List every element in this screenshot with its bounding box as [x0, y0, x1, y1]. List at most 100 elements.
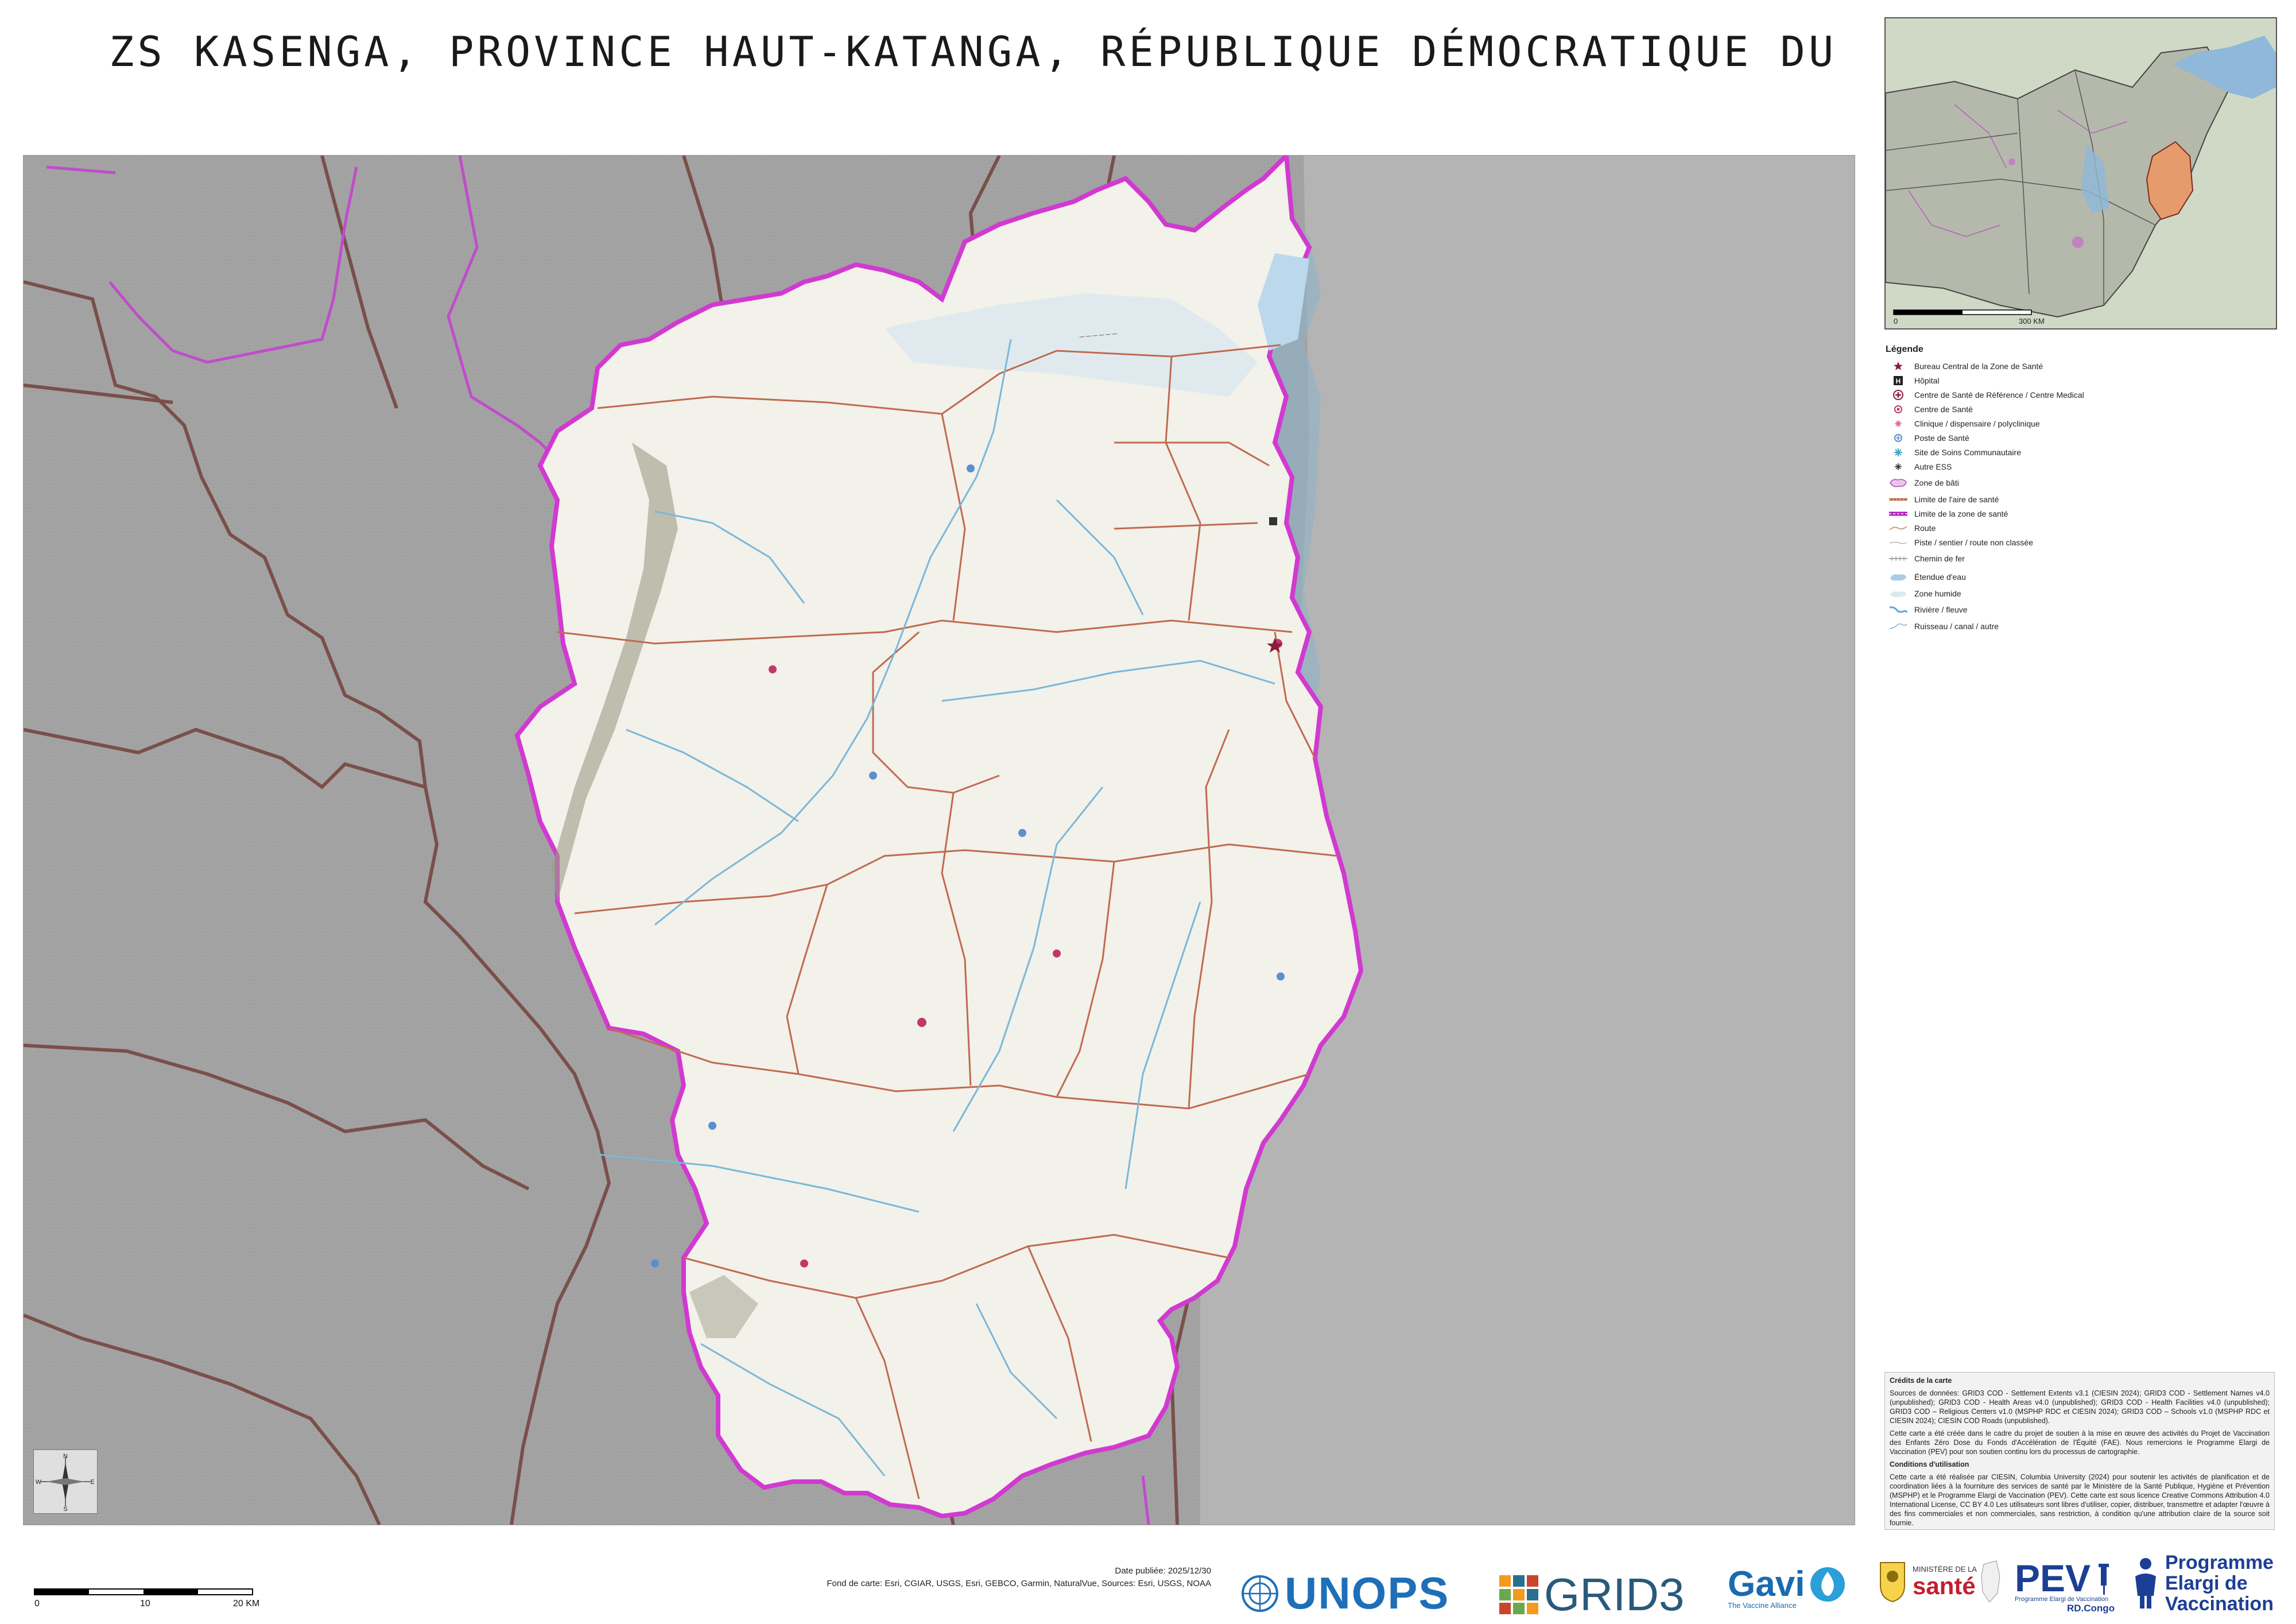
- health-post-marker[interactable]: [967, 464, 975, 472]
- conditions-heading: Conditions d'utilisation: [1890, 1460, 1969, 1468]
- gavi-logo: Gavi The Vaccine Alliance: [1728, 1564, 1847, 1610]
- legend-item: Clinique / dispensaire / polyclinique: [1886, 417, 2276, 430]
- conditions-text: Cette carte a été réalisée par CIESIN, C…: [1890, 1473, 2270, 1527]
- hospital-icon: H: [1886, 374, 1911, 387]
- star-icon: [1886, 360, 1911, 373]
- scale-label-20: 20 KM: [233, 1599, 259, 1609]
- syringe-icon: [2099, 1564, 2109, 1595]
- credits-sources: Sources de données: GRID3 COD - Settleme…: [1890, 1389, 2270, 1425]
- clinic-icon: [1886, 417, 1911, 430]
- gavi-subtitle: The Vaccine Alliance: [1728, 1601, 1797, 1610]
- legend-item: Limite de la zone de santé: [1886, 507, 2276, 520]
- health-center-marker[interactable]: [1053, 949, 1061, 958]
- main-map[interactable]: —————— ·: [23, 155, 1855, 1525]
- map-title: ZS KASENGA, PROVINCE HAUT-KATANGA, RÉPUB…: [109, 28, 1837, 76]
- programme-logo: Programme Elargi de Vaccination: [2130, 1552, 2274, 1614]
- inset-scale-end: 300 KM: [2019, 317, 2045, 325]
- health-center-marker[interactable]: [769, 665, 777, 673]
- other-facility-icon: [1886, 460, 1911, 473]
- graticule-tick: ·: [58, 1516, 60, 1522]
- river-icon: [1886, 603, 1911, 616]
- legend-item: Autre ESS: [1886, 460, 2276, 473]
- legend-item: Poste de Santé: [1886, 431, 2276, 444]
- legend-item: Piste / sentier / route non classée: [1886, 536, 2276, 549]
- health-area-border-icon: [1886, 493, 1911, 506]
- road-icon: [1886, 522, 1911, 534]
- unops-logo: UNOPS: [1240, 1567, 1449, 1619]
- inset-canvas: 0 300 KM: [1886, 18, 2276, 328]
- inset-map[interactable]: 0 300 KM: [1884, 17, 2277, 330]
- track-icon: [1886, 536, 1911, 549]
- credits-project: Cette carte a été créée dans le cadre du…: [1890, 1429, 2270, 1456]
- publication-info: Date publiée: 2025/12/30 Fond de carte: …: [683, 1565, 1211, 1590]
- scale-label-0: 0: [34, 1599, 40, 1609]
- compass-n: N: [63, 1453, 68, 1460]
- legend-item: Bureau Central de la Zone de Santé: [1886, 359, 2276, 373]
- scale-bar: 0 10 20 KM: [33, 1586, 263, 1614]
- ministry-main-text: santé: [1913, 1572, 1976, 1599]
- water-body-icon: [1886, 571, 1911, 583]
- health-post-marker[interactable]: [708, 1122, 716, 1130]
- programme-line2: Elargi de: [2165, 1572, 2248, 1594]
- legend-item: Rivière / fleuve: [1886, 601, 2276, 618]
- grid3-text: GRID3: [1544, 1569, 1685, 1620]
- basemap-credit: Fond de carte: Esri, CGIAR, USGS, Esri, …: [827, 1579, 1211, 1588]
- credits-heading: Crédits de la carte: [1890, 1377, 1952, 1385]
- publication-date: Date publiée: 2025/12/30: [1115, 1566, 1211, 1576]
- legend-item: Centre de Santé de Référence / Centre Me…: [1886, 388, 2276, 401]
- scale-bar-graphic: 0 10 20 KM: [34, 1588, 259, 1609]
- un-emblem-icon: [1242, 1575, 1278, 1612]
- legend-item: Zone de bâti: [1886, 474, 2276, 491]
- inset-scale-start: 0: [1894, 317, 1898, 325]
- map-canvas: ——————: [24, 156, 1855, 1525]
- legend-item: Étendue d'eau: [1886, 568, 2276, 586]
- legend-item: Centre de Santé: [1886, 402, 2276, 416]
- stream-icon: [1886, 620, 1911, 633]
- pev-logo: PEV Programme Elargi de Vaccination RD.C…: [2015, 1557, 2115, 1614]
- health-post-marker[interactable]: [1277, 972, 1285, 980]
- svg-text:H: H: [1896, 377, 1901, 385]
- pev-text: PEV: [2015, 1557, 2091, 1599]
- gavi-text: Gavi: [1728, 1564, 1805, 1604]
- programme-line1: Programme: [2165, 1552, 2274, 1573]
- grid-mosaic-icon: [1499, 1575, 1538, 1614]
- pev-subtitle: Programme Elargi de Vaccination: [2015, 1596, 2109, 1603]
- compass-rose-icon: N S E W: [36, 1453, 95, 1513]
- built-area-icon: [1886, 476, 1911, 489]
- legend-item: Chemin de fer: [1886, 550, 2276, 567]
- gavi-drop-icon: [1810, 1567, 1845, 1602]
- drc-coat-of-arms-icon: [1880, 1562, 1905, 1603]
- partner-logos: UNOPS GRID3 Gavi The Vaccine Alliance MI…: [1234, 1544, 2285, 1621]
- health-post-marker[interactable]: [651, 1259, 659, 1268]
- unops-text: UNOPS: [1285, 1568, 1450, 1618]
- health-post-marker[interactable]: [869, 772, 877, 780]
- ministry-logo: MINISTÈRE DE LA santé: [1877, 1559, 2002, 1604]
- legend-item: Limite de l'aire de santé: [1886, 493, 2276, 506]
- north-arrow: N S E W: [33, 1449, 98, 1514]
- health-zone-border-icon: [1886, 507, 1911, 520]
- drc-map-icon: [1981, 1560, 2000, 1603]
- grid3-logo: GRID3: [1498, 1568, 1685, 1621]
- scale-label-10: 10: [140, 1599, 150, 1609]
- legend: Légende Bureau Central de la Zone de San…: [1886, 344, 2276, 643]
- health-center-marker[interactable]: [800, 1259, 808, 1268]
- vaccination-person-icon: [2135, 1558, 2156, 1609]
- community-site-icon: [1886, 446, 1911, 459]
- hospital-marker[interactable]: [1269, 517, 1277, 525]
- legend-item: Ruisseau / canal / autre: [1886, 619, 2276, 633]
- health-center-marker[interactable]: [917, 1018, 926, 1027]
- compass-s: S: [63, 1506, 67, 1513]
- health-post-marker[interactable]: [1018, 829, 1026, 837]
- wetland-icon: [1886, 587, 1911, 600]
- legend-item: Zone humide: [1886, 587, 2276, 600]
- map-credits: Crédits de la carte Sources de données: …: [1884, 1372, 2275, 1530]
- legend-item: Site de Soins Communautaire: [1886, 445, 2276, 459]
- compass-e: E: [90, 1479, 94, 1486]
- legend-title: Légende: [1886, 344, 1923, 354]
- legend-item: H Hôpital: [1886, 374, 2276, 387]
- programme-line3: Vaccination: [2165, 1593, 2274, 1615]
- pev-country: RD.Congo: [2066, 1603, 2115, 1614]
- legend-item: Route: [1886, 521, 2276, 534]
- compass-w: W: [36, 1479, 42, 1486]
- reference-center-icon: [1886, 389, 1911, 401]
